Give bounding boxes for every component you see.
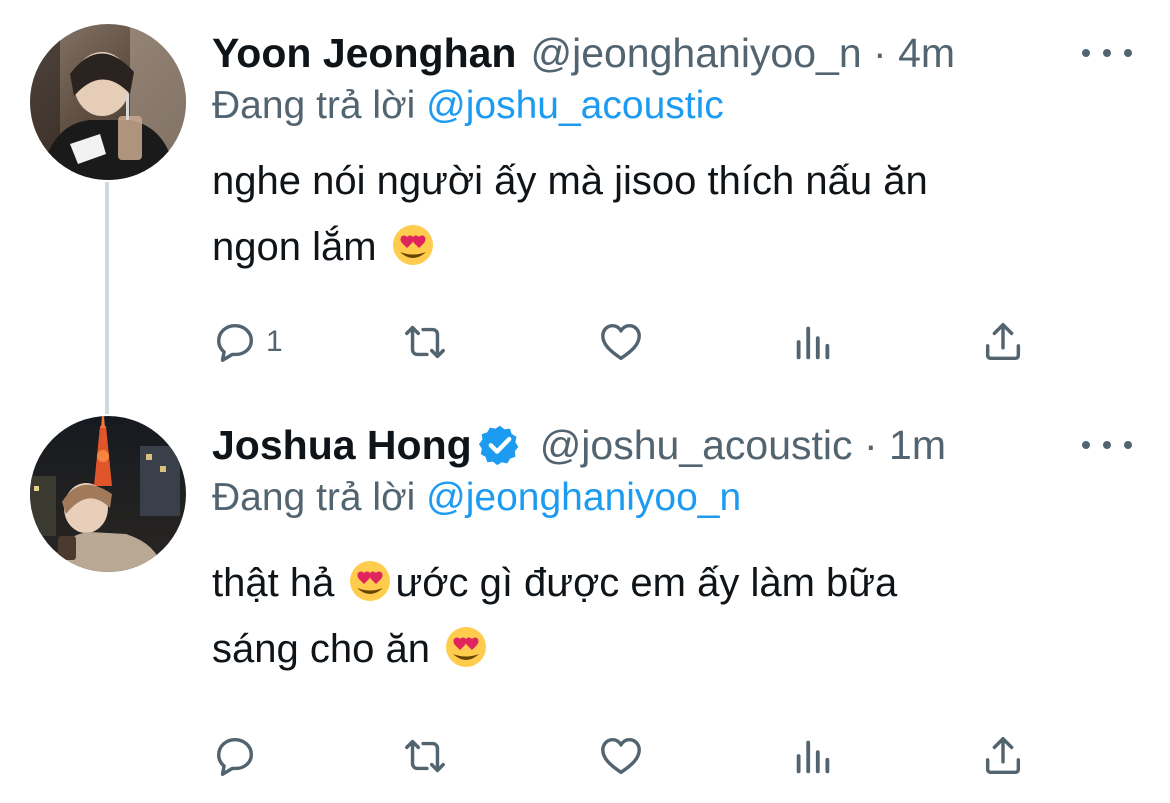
separator: · [863,421,878,468]
handle-time: @jeonghaniyoo_n · 4m [530,30,955,77]
tweet-text-line: sáng cho ăn [212,616,1112,682]
tweet-text-segment: sáng cho ăn [212,627,430,671]
views-icon [796,740,830,774]
mention-link[interactable]: @jeonghaniyoo_n [426,476,741,519]
tweet-text-segment: thật hả [212,561,335,605]
tweet-actions [212,730,1042,782]
more-icon[interactable] [1082,420,1132,470]
tweet-text-line: ngon lắm [212,214,1112,280]
share-button[interactable] [980,730,1026,782]
tweet-joshua[interactable]: Joshua Hong @joshu_acoustic · 1m Đang tr… [0,400,1170,803]
tweet-text-segment: ước gì được em ấy làm bữa [395,561,898,605]
heart-icon [601,737,641,775]
reply-icon [216,323,254,362]
replying-to-label: Đang trả lời [212,476,416,519]
reply-button[interactable]: 1 [212,316,283,368]
handle[interactable]: @joshu_acoustic [540,422,853,468]
views-button[interactable] [790,730,836,782]
handle[interactable]: @jeonghaniyoo_n [530,30,861,76]
tweet-text-line: thật hả ước gì được em ấy làm bữa [212,550,1112,616]
tweet-thread: Yoon Jeonghan @jeonghaniyoo_n · 4m Đang … [0,0,1170,803]
retweet-button[interactable] [402,316,448,368]
tweet-jeonghan[interactable]: Yoon Jeonghan @jeonghaniyoo_n · 4m Đang … [0,0,1170,400]
retweet-icon [405,739,445,773]
share-button[interactable] [980,316,1026,368]
separator: · [873,29,887,76]
mention-link[interactable]: @joshu_acoustic [426,84,724,127]
avatar[interactable] [30,24,186,180]
tweet-header: Yoon Jeonghan @jeonghaniyoo_n · 4m [212,28,955,78]
views-icon [796,326,830,360]
tweet-actions: 1 [212,316,1042,368]
timestamp[interactable]: 4m [898,30,955,76]
reply-count: 1 [266,325,283,358]
heart-icon [601,323,641,361]
avatar[interactable] [30,416,186,572]
tweet-text-line: nghe nói người ấy mà jisoo thích nấu ăn [212,159,928,203]
retweet-button[interactable] [402,730,448,782]
replying-to-label: Đang trả lời [212,84,416,127]
retweet-icon [405,325,445,359]
views-button[interactable] [790,316,836,368]
share-icon [985,323,1021,361]
tweet-text: thật hả ước gì được em ấy làm bữa sáng c… [212,550,1112,682]
reply-button[interactable] [212,730,266,782]
heart-eyes-emoji [350,561,391,601]
replying-to: Đang trả lời @jeonghaniyoo_n [212,476,741,520]
like-button[interactable] [598,730,644,782]
like-button[interactable] [598,316,644,368]
verified-badge-icon [478,425,519,466]
display-name[interactable]: Yoon Jeonghan [212,30,516,77]
tweet-text-segment: ngon lắm [212,225,377,269]
heart-eyes-emoji [392,225,433,265]
handle-time: @joshu_acoustic · 1m [540,422,946,469]
heart-eyes-emoji [446,627,487,667]
timestamp[interactable]: 1m [889,422,946,468]
share-icon [985,737,1021,775]
reply-icon [216,737,254,776]
tweet-text: nghe nói người ấy mà jisoo thích nấu ăn … [212,148,1112,280]
display-name[interactable]: Joshua Hong [212,422,472,469]
more-icon[interactable] [1082,28,1132,78]
tweet-header: Joshua Hong @joshu_acoustic · 1m [212,420,946,470]
replying-to: Đang trả lời @joshu_acoustic [212,84,724,128]
